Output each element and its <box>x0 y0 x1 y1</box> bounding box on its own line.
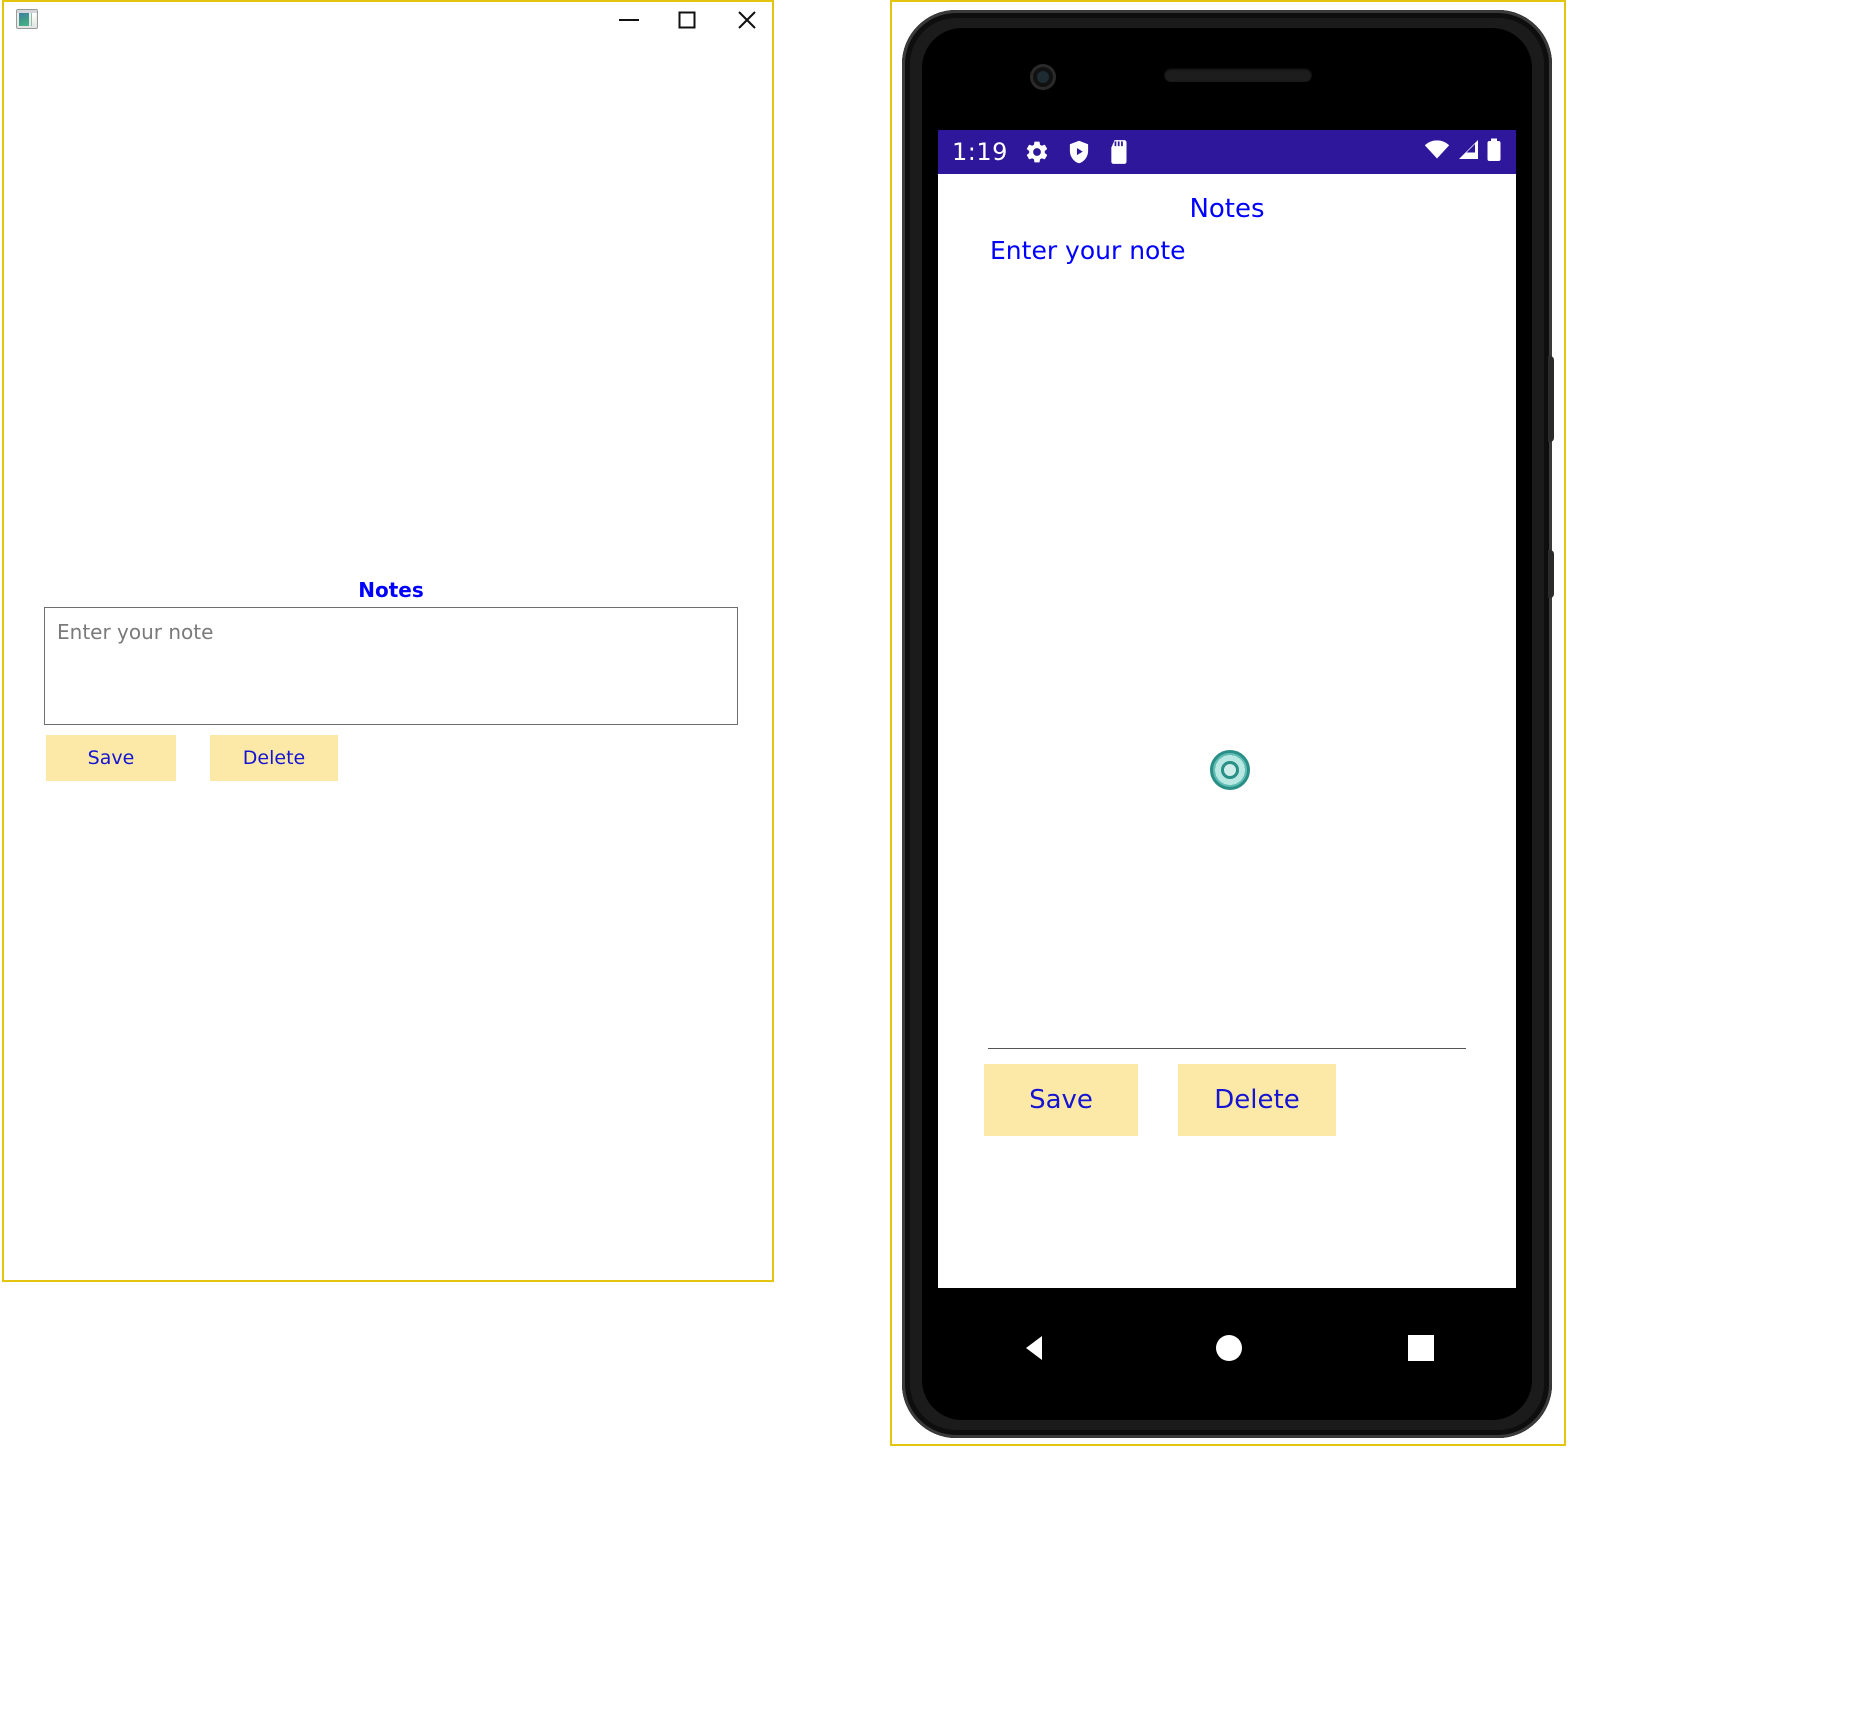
desktop-button-row: Save Delete <box>44 735 738 781</box>
volume-button[interactable] <box>1548 356 1554 442</box>
circular-progress-spinner <box>1210 750 1250 790</box>
window-image-icon <box>16 9 38 29</box>
earpiece-speaker <box>1164 68 1312 82</box>
phone-bezel: 1:19 Notes Enter your note Save Delete <box>922 28 1532 1420</box>
play-protect-shield-icon <box>1066 139 1092 165</box>
status-right-icons <box>1424 138 1502 166</box>
status-clock: 1:19 <box>952 138 1008 166</box>
phone-body: 1:19 Notes Enter your note Save Delete <box>902 10 1554 1438</box>
cellular-signal-icon <box>1456 139 1480 165</box>
phone-mockup-frame: 1:19 Notes Enter your note Save Delete <box>890 0 1566 1446</box>
front-camera-icon <box>1030 64 1056 90</box>
sd-card-icon <box>1108 139 1132 165</box>
android-status-bar: 1:19 <box>938 130 1516 174</box>
wifi-icon <box>1424 140 1450 164</box>
phone-screen: 1:19 Notes Enter your note Save Delete <box>938 130 1516 1288</box>
page-title: Notes <box>358 578 424 602</box>
divider <box>988 1048 1466 1049</box>
desktop-notes-form: Notes Save Delete <box>44 577 738 781</box>
minimize-icon[interactable] <box>606 2 652 38</box>
page-title: Notes <box>1189 194 1265 224</box>
desktop-app-window: Notes Save Delete <box>2 0 774 1282</box>
save-button[interactable]: Save <box>984 1064 1138 1136</box>
power-button[interactable] <box>1548 550 1554 598</box>
gear-icon <box>1024 139 1050 165</box>
notes-app-content: Notes Enter your note Save Delete <box>938 174 1516 1288</box>
window-title-bar[interactable] <box>4 2 772 38</box>
maximize-icon[interactable] <box>664 2 710 38</box>
close-icon[interactable] <box>724 2 770 38</box>
note-input-label: Enter your note <box>990 236 1186 265</box>
delete-button[interactable]: Delete <box>1178 1064 1336 1136</box>
home-circle-icon[interactable] <box>1212 1331 1246 1365</box>
back-triangle-icon[interactable] <box>1018 1331 1052 1365</box>
phone-button-row: Save Delete <box>984 1064 1474 1136</box>
recents-square-icon[interactable] <box>1406 1333 1436 1363</box>
battery-icon <box>1486 138 1502 166</box>
save-button[interactable]: Save <box>46 735 176 781</box>
delete-button[interactable]: Delete <box>210 735 338 781</box>
note-input[interactable] <box>44 607 738 725</box>
android-navigation-bar <box>938 1288 1516 1408</box>
